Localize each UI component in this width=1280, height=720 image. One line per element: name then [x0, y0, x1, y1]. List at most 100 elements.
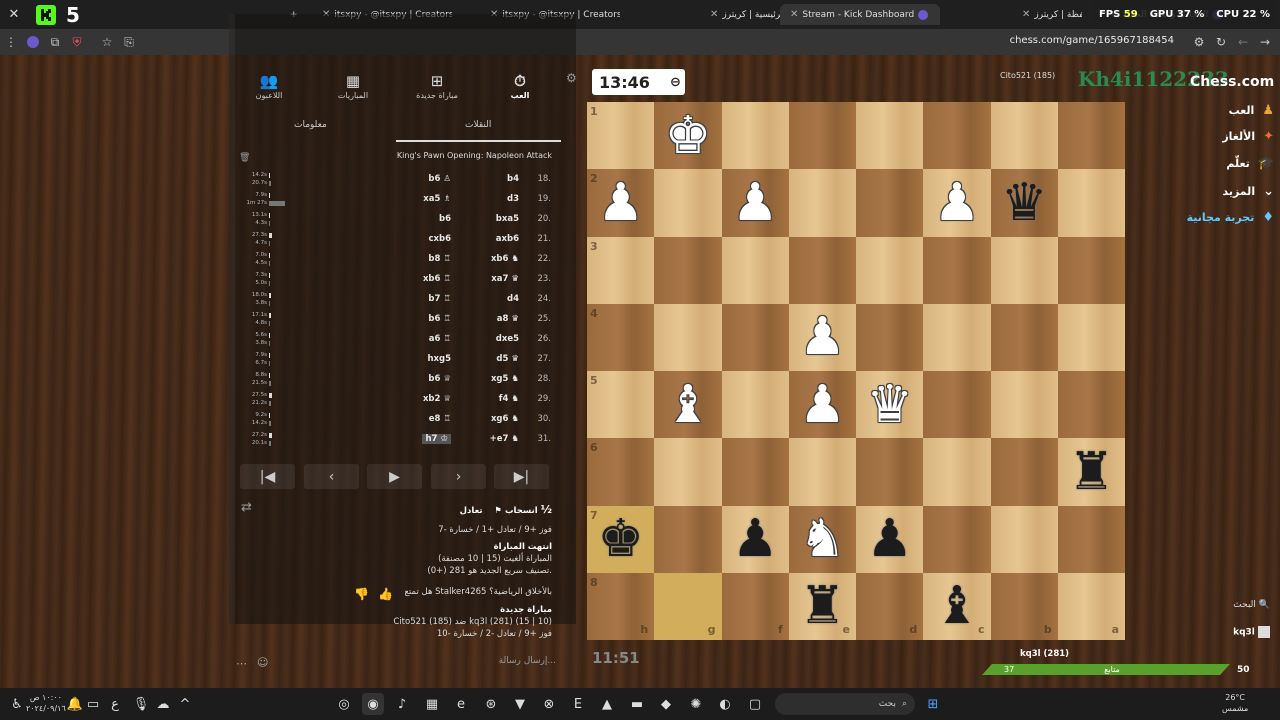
board-square[interactable] [788, 169, 856, 237]
board-square[interactable]: ♝ [654, 371, 722, 439]
white-move[interactable]: xb6 ♞ [459, 254, 519, 264]
white-move[interactable]: bxa5 [459, 214, 519, 224]
board-square[interactable] [856, 438, 924, 506]
nav-play-stopwatch[interactable]: ⏱ العب [480, 71, 560, 107]
accessibility-icon[interactable]: ♿ [6, 693, 28, 715]
app-icon-1[interactable]: ◎ [333, 693, 355, 715]
board-square[interactable]: ♛ [856, 371, 924, 439]
board-square[interactable]: ♟ [923, 169, 991, 237]
black-rook-piece[interactable]: ♜ [799, 580, 846, 632]
site-settings-icon[interactable]: ⚙ [1188, 29, 1210, 55]
white-move[interactable]: d4 [459, 294, 519, 304]
store-icon[interactable]: ▦ [421, 693, 443, 715]
board-square[interactable] [788, 438, 856, 506]
board-square[interactable] [990, 102, 1058, 170]
white-knight-piece[interactable]: ♞ [799, 513, 846, 565]
board-square[interactable] [990, 236, 1058, 304]
bookmark-star-icon[interactable]: ☆ [96, 29, 118, 55]
discord-icon[interactable]: ◐ [714, 693, 736, 715]
board-square[interactable] [990, 438, 1058, 506]
board-square[interactable] [721, 236, 789, 304]
board-square[interactable]: ♟ [721, 505, 789, 573]
black-pawn-piece[interactable]: ♟ [732, 513, 779, 565]
tab-moves[interactable]: النقلات [465, 120, 491, 130]
board-square[interactable]: ♟ [721, 169, 789, 237]
forward-icon[interactable]: ← [1232, 29, 1254, 55]
board-square[interactable]: e ♜ [788, 572, 856, 640]
thumbs-down-icon[interactable]: 👎 [354, 587, 369, 601]
board-square[interactable]: 5 [587, 371, 655, 439]
black-move[interactable]: b8 ♖ [391, 254, 451, 264]
close-tab-icon[interactable]: ✕ [710, 9, 718, 20]
white-move[interactable]: xg5 ♞ [459, 374, 519, 384]
white-move[interactable]: b4 [459, 174, 519, 184]
nvidia-icon[interactable]: ◆ [655, 693, 677, 715]
steam-icon[interactable]: ⊛ [480, 693, 502, 715]
board-square[interactable] [654, 438, 722, 506]
board-square[interactable] [923, 505, 991, 573]
white-pawn-piece[interactable]: ♟ [799, 311, 846, 363]
board-square[interactable]: ♟ [788, 371, 856, 439]
folder-icon[interactable]: ▬ [626, 693, 648, 715]
board-square[interactable] [923, 371, 991, 439]
white-king-piece[interactable]: ♚ [665, 110, 712, 162]
share-icon[interactable]: ⎘ [118, 29, 140, 55]
black-move[interactable]: b6 [391, 214, 451, 224]
board-square[interactable]: 1 [587, 102, 655, 170]
board-square[interactable] [856, 102, 924, 170]
nav-players[interactable]: 👥 اللاعبون [229, 71, 309, 107]
tray-chevron-icon[interactable]: ^ [174, 693, 196, 715]
microphone-icon[interactable]: 🎙 [130, 693, 152, 715]
board-square[interactable]: f [721, 572, 789, 640]
sidebar-user[interactable]: kq3l [1190, 626, 1270, 638]
white-pawn-piece[interactable]: ♟ [732, 177, 779, 229]
sidebar-item-learn-cap[interactable]: تعلّم 🎓 [1150, 156, 1274, 171]
board-square[interactable]: ♟ [856, 505, 924, 573]
close-window-icon[interactable]: ✕ [0, 0, 28, 29]
board-square[interactable] [721, 438, 789, 506]
shield-icon[interactable]: ⛨ [66, 29, 88, 55]
extensions-icon[interactable]: ⧉ [44, 29, 66, 55]
next-move-button[interactable]: › [431, 464, 486, 489]
sidebar-item-puzzle[interactable]: الألغاز ✦ [1150, 129, 1274, 144]
board-square[interactable]: d [856, 572, 924, 640]
cloud-icon[interactable]: ☁ [152, 693, 174, 715]
black-move[interactable]: xb2 ♕ [391, 394, 451, 404]
board-square[interactable] [923, 303, 991, 371]
board-square[interactable]: 2 ♟ [587, 169, 655, 237]
taskbar-search[interactable]: بحث ⌕ [775, 693, 915, 715]
white-move[interactable]: axb6 [459, 234, 519, 244]
panel-settings-gear-icon[interactable]: ⚙ [566, 71, 577, 85]
sidebar-item-more-chevron[interactable]: المزيد ⌄ [1150, 184, 1274, 199]
white-move[interactable]: +e7 ♞ [459, 434, 519, 444]
white-pawn-piece[interactable]: ♟ [597, 177, 644, 229]
weather-widget[interactable]: 26°C مشمس [1222, 692, 1248, 714]
black-move[interactable]: h7 ♔ [422, 434, 451, 444]
black-move[interactable]: b6 ♖ [391, 314, 451, 324]
white-move[interactable]: dxe5 [459, 334, 519, 344]
white-move[interactable]: d3 [459, 194, 519, 204]
nav-games[interactable]: ▦ المباريات [313, 71, 393, 107]
white-queen-piece[interactable]: ♛ [866, 379, 913, 431]
resign-button[interactable]: انسحاب ⚑ [494, 506, 537, 516]
black-move[interactable]: b7 ♖ [391, 294, 451, 304]
chat-more-icon[interactable]: ⋯ [236, 657, 247, 670]
white-move[interactable]: d5 ♛ [459, 354, 519, 364]
black-king-piece[interactable]: ♚ [597, 513, 644, 565]
board-square[interactable] [721, 303, 789, 371]
board-square[interactable] [788, 102, 856, 170]
board-square[interactable]: b [990, 572, 1058, 640]
black-move[interactable]: e8 ♖ [391, 414, 451, 424]
white-move[interactable]: xg6 ♞ [459, 414, 519, 424]
white-move[interactable]: a8 ♛ [459, 314, 519, 324]
tiktok-icon[interactable]: ♪ [391, 693, 413, 715]
black-move[interactable]: xa5 ♗ [391, 194, 451, 204]
black-move[interactable]: b6 ♕ [391, 374, 451, 384]
white-move[interactable]: xa7 ♛ [459, 274, 519, 284]
board-square[interactable] [788, 236, 856, 304]
black-move[interactable]: hxg5 [391, 354, 451, 364]
chess-logo[interactable]: Chess.com [1190, 74, 1274, 90]
white-bishop-piece[interactable]: ♝ [665, 379, 712, 431]
tablet-icon[interactable]: ▭ [82, 693, 104, 715]
black-move[interactable]: b6 ♙ [391, 174, 451, 184]
